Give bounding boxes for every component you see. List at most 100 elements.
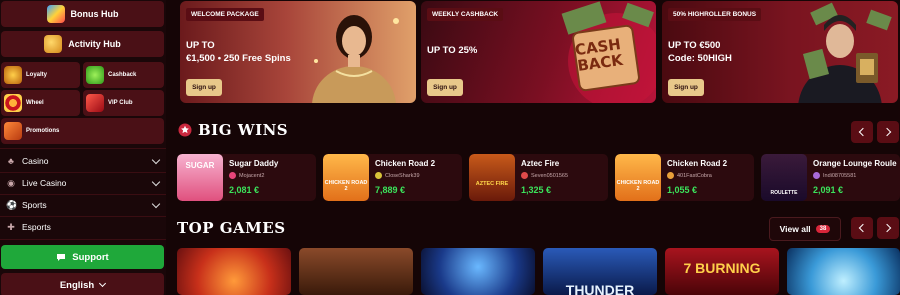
bonus-hub-button[interactable]: Bonus Hub: [1, 1, 164, 27]
sidebar-item-wheel[interactable]: Wheel: [1, 90, 80, 116]
clover-icon: [86, 66, 104, 84]
game-thumbnail: AZTEC FIRE: [469, 154, 515, 201]
win-user: Mojacent2: [229, 172, 264, 179]
game-tile[interactable]: [299, 248, 413, 295]
big-win-card[interactable]: ROULETTE Orange Lounge Roule Indi0870558…: [761, 154, 900, 201]
sidebar-item-promotions[interactable]: Promotions: [1, 118, 164, 144]
thumbnail-text: CHICKEN ROAD 2: [324, 180, 368, 192]
sidebar-item-label: Sports: [22, 200, 47, 210]
chevron-down-icon: [99, 279, 107, 288]
chevron-down-icon: [151, 199, 161, 209]
sidebar-item-label: Promotions: [26, 128, 60, 134]
signup-button[interactable]: Sign up: [668, 79, 704, 96]
game-tile[interactable]: [787, 248, 900, 295]
avatar: [521, 172, 528, 179]
game-tile-text: 7 BURNING: [683, 260, 761, 276]
sidebar-item-cashback[interactable]: Cashback: [83, 62, 164, 88]
banner-man-art: [798, 2, 892, 103]
cherries-icon: ♣: [8, 156, 14, 166]
wheel-icon: [4, 94, 22, 112]
chevron-down-icon: [151, 177, 161, 187]
game-tile[interactable]: [421, 248, 535, 295]
language-select[interactable]: English: [1, 273, 164, 295]
activity-hub-button[interactable]: Activity Hub: [1, 31, 164, 57]
banner-subline: Code: 50HIGH: [668, 53, 732, 64]
diamond-icon: [86, 94, 104, 112]
sidebar-item-label: Live Casino: [22, 178, 67, 188]
big-wins-prev-button[interactable]: [851, 121, 873, 143]
thumbnail-text: ROULETTE: [770, 190, 798, 196]
sidebar-item-sports[interactable]: ⚽ Sports: [0, 195, 166, 215]
view-all-button[interactable]: View all 38: [769, 217, 841, 241]
sidebar-item-vip-club[interactable]: VIP Club: [83, 90, 164, 116]
language-label: English: [59, 279, 95, 291]
win-game-name: Sugar Daddy: [229, 159, 279, 168]
casino-page: Bonus Hub Activity Hub Loyalty Cashback …: [0, 0, 900, 295]
star-icon: [178, 123, 192, 137]
game-thumbnail: CHICKEN ROAD 2: [615, 154, 661, 201]
win-user: CloseShark39: [375, 172, 420, 179]
win-user: Indi08705581: [813, 172, 856, 179]
top-games-prev-button[interactable]: [851, 217, 873, 239]
game-tile[interactable]: THUNDER: [543, 248, 657, 295]
signup-button[interactable]: Sign up: [427, 79, 463, 96]
banner-tag: WEEKLY CASHBACK: [427, 8, 504, 21]
big-wins-next-button[interactable]: [877, 121, 899, 143]
win-game-name: Chicken Road 2: [667, 159, 728, 168]
thumbnail-text: SUGAR: [185, 161, 215, 170]
live-icon: ◉: [7, 178, 15, 188]
chevron-down-icon: [151, 155, 161, 165]
game-tile[interactable]: [177, 248, 291, 295]
thumbnail-text: AZTEC FIRE: [475, 181, 509, 187]
banner-headline: UP TO 25%: [427, 45, 478, 56]
win-game-name: Chicken Road 2: [375, 159, 436, 168]
game-tile[interactable]: 7 BURNING: [665, 248, 779, 295]
sidebar-item-casino[interactable]: ♣ Casino: [0, 151, 166, 171]
big-win-card[interactable]: SUGAR Sugar Daddy Mojacent2 2,081 €: [177, 154, 316, 201]
games-count-badge: 38: [815, 225, 831, 233]
cashback-banner[interactable]: CASH BACK WEEKLY CASHBACK UP TO 25% Sign…: [421, 1, 656, 103]
gamepad-icon: ✚: [7, 222, 15, 232]
sidebar-item-label: Casino: [22, 156, 49, 166]
activity-hub-icon: [44, 35, 63, 53]
win-game-name: Aztec Fire: [521, 159, 560, 168]
big-win-card[interactable]: CHICKEN ROAD 2 Chicken Road 2 401FastCob…: [615, 154, 754, 201]
win-username: 401FastCobra: [677, 172, 712, 179]
sidebar-divider: [0, 239, 166, 240]
avatar: [375, 172, 382, 179]
support-button[interactable]: Support: [1, 245, 164, 269]
gift-icon: [4, 122, 22, 140]
banner-headline: UP TO €500: [668, 40, 721, 51]
sidebar-item-loyalty[interactable]: Loyalty: [1, 62, 80, 88]
sidebar-item-label: Loyalty: [26, 72, 48, 78]
highroller-banner[interactable]: 50% HIGHROLLER BONUS UP TO €500 Code: 50…: [662, 1, 898, 103]
banner-woman-art: [312, 15, 399, 103]
activity-hub-label: Activity Hub: [68, 39, 121, 49]
sidebar: Bonus Hub Activity Hub Loyalty Cashback …: [0, 0, 166, 295]
sidebar-item-label: Esports: [22, 222, 51, 232]
sidebar-divider: [0, 148, 166, 149]
bonus-hub-icon: [46, 5, 65, 23]
view-all-label: View all: [779, 224, 811, 234]
sidebar-item-esports[interactable]: ✚ Esports: [0, 217, 166, 237]
big-win-card[interactable]: AZTEC FIRE Aztec Fire Seven0501565 1,325…: [469, 154, 608, 201]
crown-icon: [4, 66, 22, 84]
win-amount: 1,325 €: [521, 185, 552, 195]
welcome-banner[interactable]: WELCOME PACKAGE UP TO €1,500 • 250 Free …: [180, 1, 416, 103]
game-tile-text: THUNDER: [565, 282, 635, 295]
banner-subline: €1,500 • 250 Free Spins: [186, 53, 291, 64]
sidebar-item-live-casino[interactable]: ◉ Live Casino: [0, 173, 166, 193]
big-win-card[interactable]: CHICKEN ROAD 2 Chicken Road 2 CloseShark…: [323, 154, 462, 201]
win-username: Seven0501565: [531, 172, 569, 179]
ball-icon: ⚽: [6, 200, 18, 210]
avatar: [813, 172, 820, 179]
win-amount: 7,889 €: [375, 185, 406, 195]
win-user: 401FastCobra: [667, 172, 712, 179]
top-games-next-button[interactable]: [877, 217, 899, 239]
sidebar-item-label: Wheel: [26, 100, 44, 106]
thumbnail-text: CHICKEN ROAD 2: [616, 180, 660, 192]
banner-tag: WELCOME PACKAGE: [186, 8, 264, 21]
win-username: Mojacent2: [239, 172, 265, 179]
banner-tag: 50% HIGHROLLER BONUS: [668, 8, 762, 21]
signup-button[interactable]: Sign up: [186, 79, 222, 96]
